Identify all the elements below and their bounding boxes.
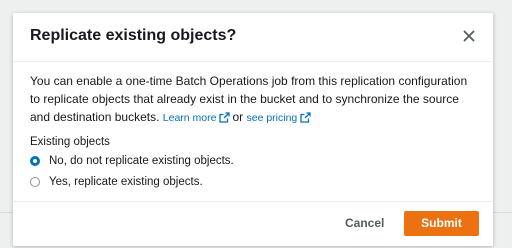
radio-button-unselected[interactable] bbox=[30, 177, 40, 187]
radio-option-yes-replicate[interactable]: Yes, replicate existing objects. bbox=[30, 174, 480, 190]
external-link-icon bbox=[300, 112, 311, 123]
learn-more-link[interactable]: Learn more bbox=[163, 112, 233, 124]
modal-body: You can enable a one-time Batch Operatio… bbox=[30, 72, 480, 190]
modal-header: Replicate existing objects? bbox=[13, 13, 493, 62]
or-text: or bbox=[232, 110, 244, 124]
existing-objects-label: Existing objects bbox=[30, 136, 110, 148]
replicate-existing-objects-modal: Replicate existing objects? You can enab… bbox=[13, 13, 493, 246]
radio-button-selected[interactable] bbox=[30, 156, 40, 166]
modal-title: Replicate existing objects? bbox=[30, 27, 237, 44]
modal-footer: Cancel Submit bbox=[13, 201, 493, 246]
submit-button[interactable]: Submit bbox=[404, 211, 479, 236]
radio-label-yes-replicate: Yes, replicate existing objects. bbox=[49, 176, 203, 188]
modal-description: You can enable a one-time Batch Operatio… bbox=[30, 72, 480, 127]
radio-option-no-replicate[interactable]: No, do not replicate existing objects. bbox=[30, 153, 480, 169]
cancel-button[interactable]: Cancel bbox=[331, 212, 398, 235]
radio-label-no-replicate: No, do not replicate existing objects. bbox=[49, 155, 234, 167]
external-link-icon bbox=[219, 112, 231, 123]
see-pricing-link[interactable]: see pricing bbox=[246, 112, 313, 124]
close-icon bbox=[463, 30, 475, 42]
close-button[interactable] bbox=[460, 27, 478, 45]
